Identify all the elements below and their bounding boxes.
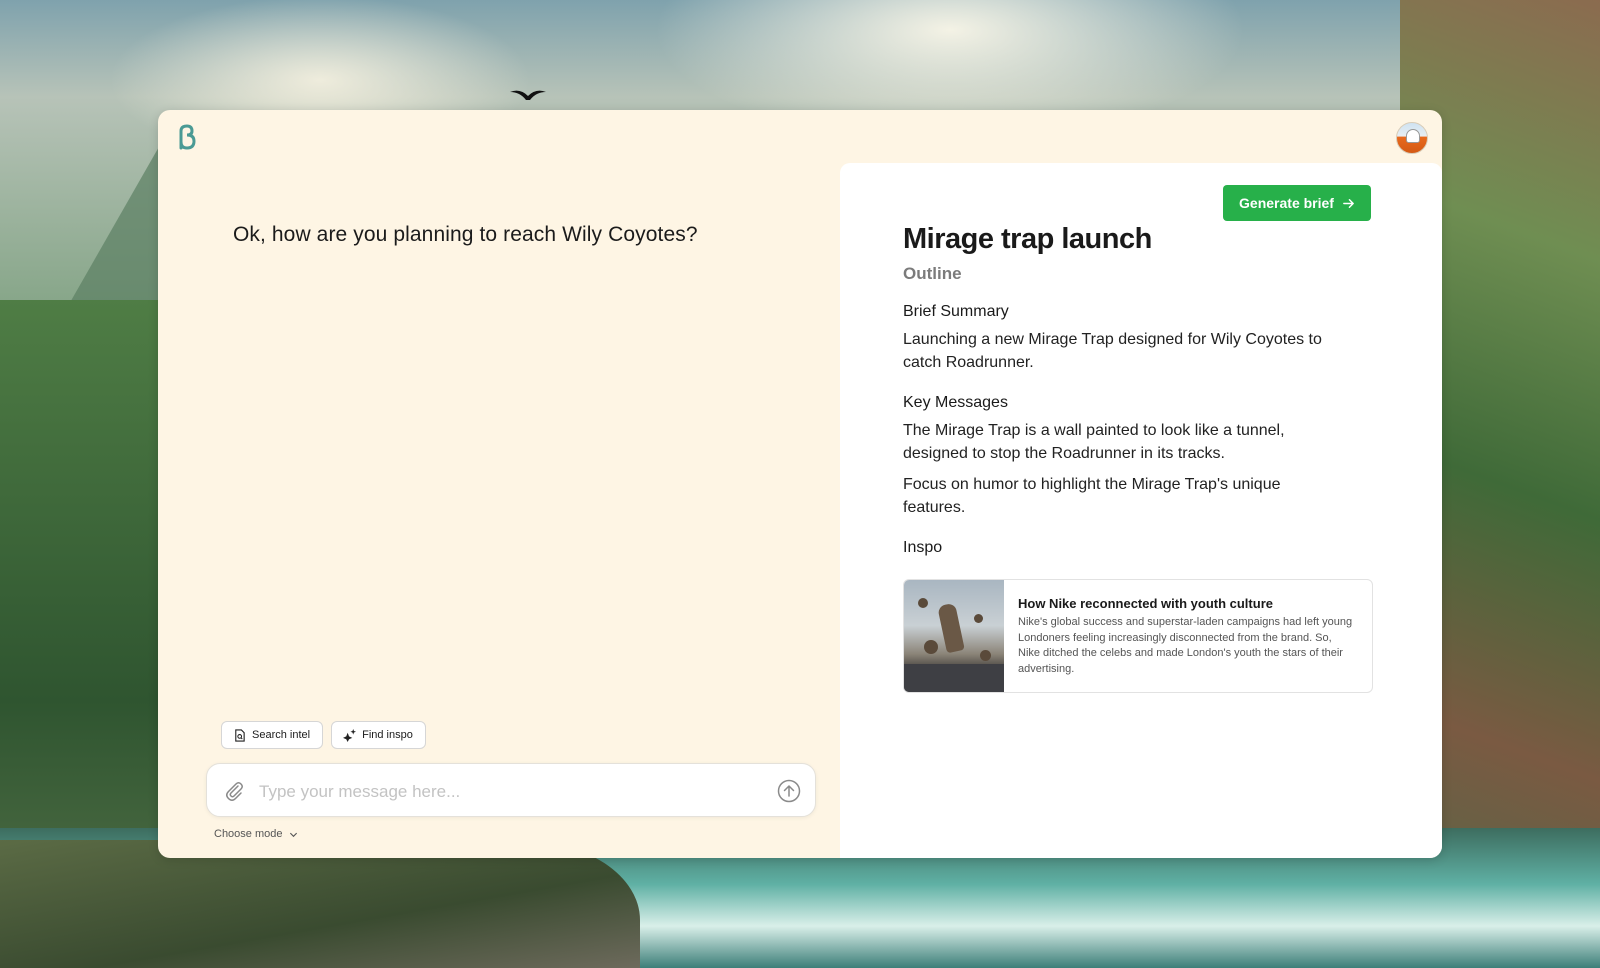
search-intel-label: Search intel (252, 729, 311, 741)
arrow-up-circle-icon[interactable] (777, 779, 801, 803)
arrow-right-icon (1343, 198, 1354, 208)
brief-title: Mirage trap launch (903, 223, 1152, 255)
choose-mode-dropdown[interactable]: Choose mode (214, 828, 298, 840)
choose-mode-label: Choose mode (214, 828, 283, 840)
bird-icon (510, 90, 546, 100)
brand-logo-icon[interactable] (172, 122, 202, 152)
message-input[interactable] (257, 774, 751, 810)
brief-subtitle: Outline (903, 264, 962, 283)
assistant-question: Ok, how are you planning to reach Wily C… (233, 223, 698, 246)
inspo-title: How Nike reconnected with youth culture (1018, 596, 1273, 611)
chevron-down-icon (289, 832, 297, 837)
inspo-card[interactable]: How Nike reconnected with youth culture … (903, 579, 1373, 693)
generate-brief-button[interactable]: Generate brief (1223, 185, 1371, 221)
section-heading-inspo: Inspo (903, 539, 943, 556)
inspo-thumbnail (904, 580, 1004, 692)
key-message-2: Focus on humor to highlight the Mirage T… (903, 476, 1281, 516)
message-composer (206, 763, 816, 817)
brief-panel: Generate brief Mirage trap launch Outlin… (840, 163, 1442, 858)
search-intel-button[interactable]: Search intel (221, 721, 324, 749)
key-message-1: The Mirage Trap is a wall painted to loo… (903, 422, 1285, 462)
sparkle-icon (343, 728, 357, 742)
document-search-icon (235, 728, 245, 742)
inspo-description: Nike's global success and superstar-lade… (1018, 616, 1353, 675)
find-inspo-button[interactable]: Find inspo (331, 721, 426, 749)
section-heading-summary: Brief Summary (903, 303, 1009, 320)
section-heading-key-messages: Key Messages (903, 394, 1008, 411)
paperclip-icon[interactable] (223, 780, 245, 802)
avatar-figure (1406, 129, 1420, 143)
user-avatar[interactable] (1396, 122, 1428, 154)
background-rocks (0, 840, 640, 968)
quick-actions: Search intel Find inspo (221, 721, 426, 749)
app-window: Ok, how are you planning to reach Wily C… (158, 110, 1442, 858)
find-inspo-label: Find inspo (362, 729, 413, 741)
generate-brief-label: Generate brief (1239, 195, 1334, 211)
summary-text: Launching a new Mirage Trap designed for… (903, 331, 1322, 371)
